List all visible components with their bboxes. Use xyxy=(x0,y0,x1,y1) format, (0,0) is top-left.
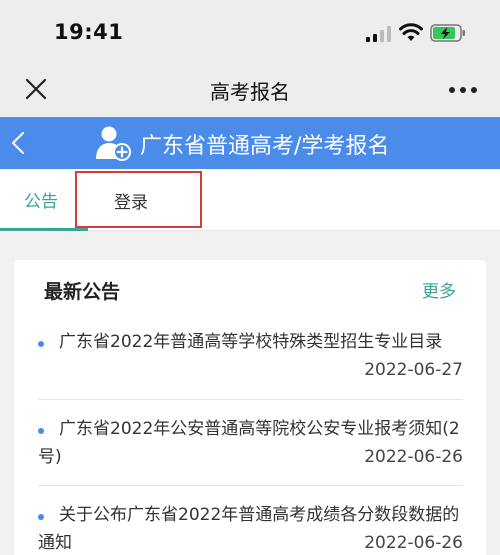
title-bar: 高考报名 xyxy=(0,62,500,117)
back-arrow-icon[interactable] xyxy=(10,131,26,155)
more-options-icon[interactable] xyxy=(448,86,478,94)
battery-charging-icon xyxy=(430,24,465,42)
card-title: 最新公告 xyxy=(44,281,121,303)
notice-item[interactable]: 广东省2022年普通高等学校特殊类型招生专业目录 2022-06-27 xyxy=(38,328,463,384)
notice-date: 2022-06-27 xyxy=(364,360,463,380)
tab-login-label: 登录 xyxy=(114,193,148,213)
active-tab-indicator xyxy=(0,228,88,231)
tab-notice-label: 公告 xyxy=(24,192,58,212)
bullet-dot-icon xyxy=(38,341,44,347)
divider xyxy=(38,399,463,400)
notice-date: 2022-06-26 xyxy=(364,533,463,553)
notice-date: 2022-06-26 xyxy=(364,447,463,467)
divider xyxy=(38,485,463,486)
notice-item[interactable]: 广东省2022年公安普通高等院校公安专业报考须知(2号) 2022-06-26 xyxy=(38,415,463,471)
wifi-icon xyxy=(399,23,423,41)
user-add-icon xyxy=(96,126,131,161)
cellular-signal-icon xyxy=(366,26,391,42)
status-bar: 19:41 xyxy=(0,0,500,62)
notice-card: 最新公告 更多 广东省2022年普通高等学校特殊类型招生专业目录 2022-06… xyxy=(14,260,486,555)
notice-title: 广东省2022年普通高等学校特殊类型招生专业目录 xyxy=(59,332,443,352)
tab-bar: 公告 登录 xyxy=(0,169,500,231)
status-time: 19:41 xyxy=(54,20,124,44)
app-header: 广东省普通高考/学考报名 xyxy=(0,117,500,169)
tab-login[interactable]: 登录 xyxy=(75,171,202,228)
notice-item[interactable]: 关于公布广东省2022年普通高考成绩各分数段数据的通知 2022-06-26 xyxy=(38,501,463,555)
more-link[interactable]: 更多 xyxy=(422,277,456,302)
app-title: 广东省普通高考/学考报名 xyxy=(140,134,390,159)
page-title: 高考报名 xyxy=(210,80,290,104)
